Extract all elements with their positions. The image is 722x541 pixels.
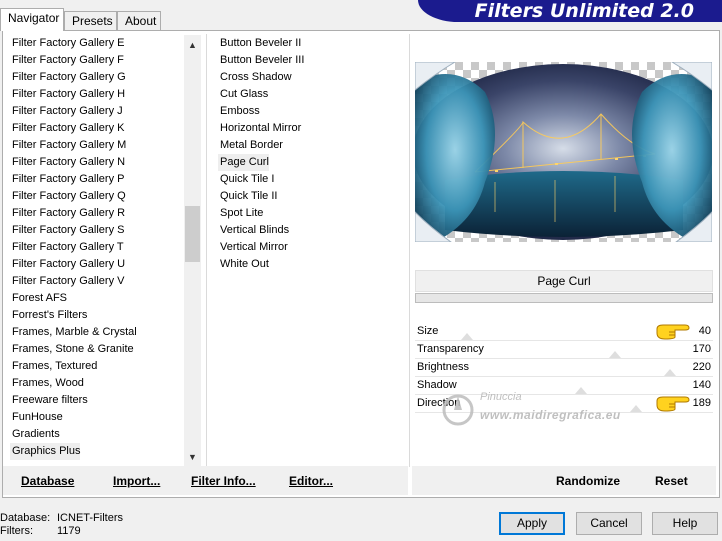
category-list-item[interactable]: Graphics Plus xyxy=(10,443,81,460)
import-button[interactable]: Import... xyxy=(113,474,160,488)
category-list-item[interactable]: FunHouse xyxy=(10,409,63,426)
filter-list[interactable]: Button Beveler II Button Beveler III Cross… xyxy=(218,35,398,467)
filter-title: Page Curl xyxy=(415,270,713,292)
filter-info-button[interactable]: Filter Info... xyxy=(191,474,256,488)
filter-list-item[interactable]: Vertical Blinds xyxy=(218,222,289,239)
scroll-up-icon[interactable]: ▲ xyxy=(184,37,201,54)
category-list-item[interactable]: Filter Factory Gallery V xyxy=(10,273,124,290)
help-button[interactable]: Help xyxy=(652,512,718,535)
filter-list-item[interactable]: Button Beveler III xyxy=(218,52,304,69)
progress-bar xyxy=(415,293,713,303)
param-label: Shadow xyxy=(417,379,457,391)
param-label: Direction xyxy=(417,397,461,409)
filter-list-item[interactable]: Quick Tile II xyxy=(218,188,277,205)
category-list-item[interactable]: Filter Factory Gallery P xyxy=(10,171,124,188)
category-list-item[interactable]: Filter Factory Gallery F xyxy=(10,52,124,69)
scroll-thumb[interactable] xyxy=(185,206,200,262)
param-row-transparency[interactable]: Transparency 170 xyxy=(415,341,713,359)
filter-list-item[interactable]: Spot Lite xyxy=(218,205,263,222)
reset-button[interactable]: Reset xyxy=(655,474,688,488)
category-list[interactable]: Filter Factory Gallery E Filter Factory G… xyxy=(10,35,182,467)
filters-count-label: Filters: xyxy=(0,525,33,537)
param-slider-thumb[interactable] xyxy=(461,333,473,340)
filter-list-item[interactable]: Vertical Mirror xyxy=(218,239,288,256)
tab-about[interactable]: About xyxy=(117,11,161,31)
tab-presets[interactable]: Presets xyxy=(64,11,117,31)
category-list-item[interactable]: Frames, Textured xyxy=(10,358,97,375)
category-list-item[interactable]: Frames, Stone & Granite xyxy=(10,341,134,358)
scroll-down-icon[interactable]: ▼ xyxy=(184,449,201,466)
param-value: 189 xyxy=(692,397,711,409)
category-list-item[interactable]: Forest AFS xyxy=(10,290,67,307)
category-list-item[interactable]: Filter Factory Gallery S xyxy=(10,222,124,239)
category-list-item[interactable]: Filter Factory Gallery N xyxy=(10,154,125,171)
category-scrollbar[interactable]: ▲ ▼ xyxy=(184,35,201,467)
param-value: 170 xyxy=(692,343,711,355)
category-list-item[interactable]: Forrest's Filters xyxy=(10,307,87,324)
tab-navigator[interactable]: Navigator xyxy=(0,8,64,31)
category-list-item[interactable]: Filter Factory Gallery H xyxy=(10,86,125,103)
filter-list-item[interactable]: White Out xyxy=(218,256,269,273)
category-list-item[interactable]: Filter Factory Gallery E xyxy=(10,35,124,52)
param-label: Size xyxy=(417,325,439,337)
category-list-item[interactable]: Frames, Wood xyxy=(10,375,84,392)
param-slider-thumb[interactable] xyxy=(575,387,587,394)
filter-list-item[interactable]: Button Beveler II xyxy=(218,35,301,52)
param-label: Transparency xyxy=(417,343,484,355)
category-list-item[interactable]: Filter Factory Gallery T xyxy=(10,239,124,256)
category-list-item[interactable]: Frames, Marble & Crystal xyxy=(10,324,137,341)
pointing-hand-icon xyxy=(656,324,690,340)
database-info-label: Database: xyxy=(0,512,51,524)
database-button[interactable]: Database xyxy=(21,474,74,488)
category-list-item[interactable]: Filter Factory Gallery M xyxy=(10,137,126,154)
category-list-item[interactable]: Filter Factory Gallery J xyxy=(10,103,123,120)
pointing-hand-icon xyxy=(656,396,690,412)
filter-list-item[interactable]: Cut Glass xyxy=(218,86,268,103)
randomize-button[interactable]: Randomize xyxy=(556,474,620,488)
preview-image xyxy=(415,62,712,242)
category-list-item[interactable]: Filter Factory Gallery G xyxy=(10,69,126,86)
database-info-value: ICNET-Filters xyxy=(57,512,123,524)
apply-button[interactable]: Apply xyxy=(499,512,565,535)
list-divider xyxy=(409,34,410,467)
cancel-button[interactable]: Cancel xyxy=(576,512,642,535)
param-slider-thumb[interactable] xyxy=(630,405,642,412)
filter-list-item[interactable]: Cross Shadow xyxy=(218,69,292,86)
editor-button[interactable]: Editor... xyxy=(289,474,333,488)
filter-list-item[interactable]: Emboss xyxy=(218,103,260,120)
list-divider xyxy=(206,34,207,467)
filter-list-item[interactable]: Metal Border xyxy=(218,137,283,154)
param-slider-thumb[interactable] xyxy=(664,369,676,376)
category-list-item[interactable]: Filter Factory Gallery Q xyxy=(10,188,126,205)
param-value: 140 xyxy=(692,379,711,391)
category-list-item[interactable]: Filter Factory Gallery R xyxy=(10,205,125,222)
filter-list-item[interactable]: Page Curl xyxy=(218,154,269,171)
filter-list-item[interactable]: Quick Tile I xyxy=(218,171,274,188)
param-value: 40 xyxy=(698,325,711,337)
filters-count-value: 1179 xyxy=(57,525,81,537)
param-row-size[interactable]: Size 40 xyxy=(415,323,713,341)
category-list-item[interactable]: Filter Factory Gallery U xyxy=(10,256,125,273)
param-value: 220 xyxy=(692,361,711,373)
app-banner-title: Filters Unlimited 2.0 xyxy=(418,0,722,22)
param-label: Brightness xyxy=(417,361,469,373)
category-list-item[interactable]: Gradients xyxy=(10,426,60,443)
category-list-item[interactable]: Filter Factory Gallery K xyxy=(10,120,124,137)
category-list-item[interactable]: Freeware filters xyxy=(10,392,88,409)
param-row-brightness[interactable]: Brightness 220 xyxy=(415,359,713,377)
param-slider-thumb[interactable] xyxy=(609,351,621,358)
param-row-direction[interactable]: Direction 189 xyxy=(415,395,713,413)
filter-list-item[interactable]: Horizontal Mirror xyxy=(218,120,301,137)
